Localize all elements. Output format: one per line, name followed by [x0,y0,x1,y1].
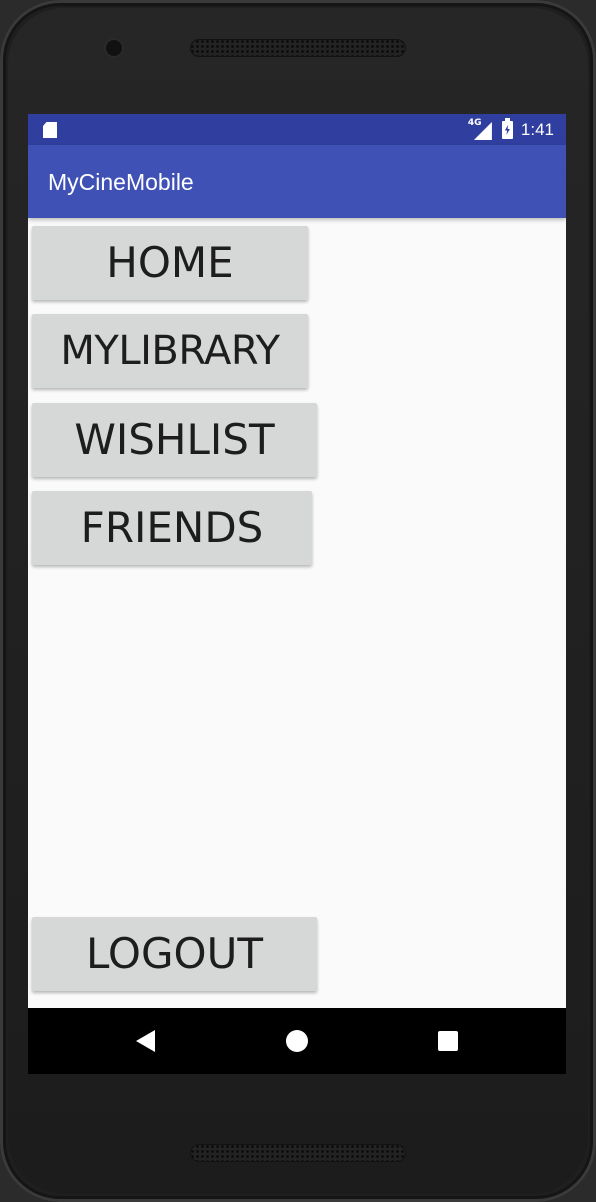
front-camera [106,40,122,56]
network-indicator: 4G [467,118,494,140]
device-screen: 4G 1:41 MyCineMobile HOME MYLIBRARY WISH… [28,114,566,1074]
app-title: MyCineMobile [48,169,194,195]
sd-card-icon [43,122,57,138]
home-icon[interactable] [286,1030,308,1052]
app-bar: MyCineMobile [28,145,566,218]
earpiece-speaker [190,39,406,57]
phone-frame: 4G 1:41 MyCineMobile HOME MYLIBRARY WISH… [0,0,596,1202]
friends-button[interactable]: FRIENDS [32,491,312,565]
wishlist-button[interactable]: WISHLIST [32,403,317,477]
navigation-bar [28,1008,566,1074]
recents-icon[interactable] [438,1031,458,1051]
home-button[interactable]: HOME [32,226,308,300]
status-clock: 1:41 [520,120,554,139]
battery-icon [501,118,513,139]
status-indicators: 4G 1:41 [467,118,554,141]
bottom-speaker [190,1144,406,1162]
status-bar: 4G 1:41 [28,114,566,145]
back-icon[interactable] [136,1030,155,1052]
logout-button[interactable]: LOGOUT [32,917,317,991]
network-type-label: 4G [467,118,482,128]
mylibrary-button[interactable]: MYLIBRARY [32,314,308,388]
